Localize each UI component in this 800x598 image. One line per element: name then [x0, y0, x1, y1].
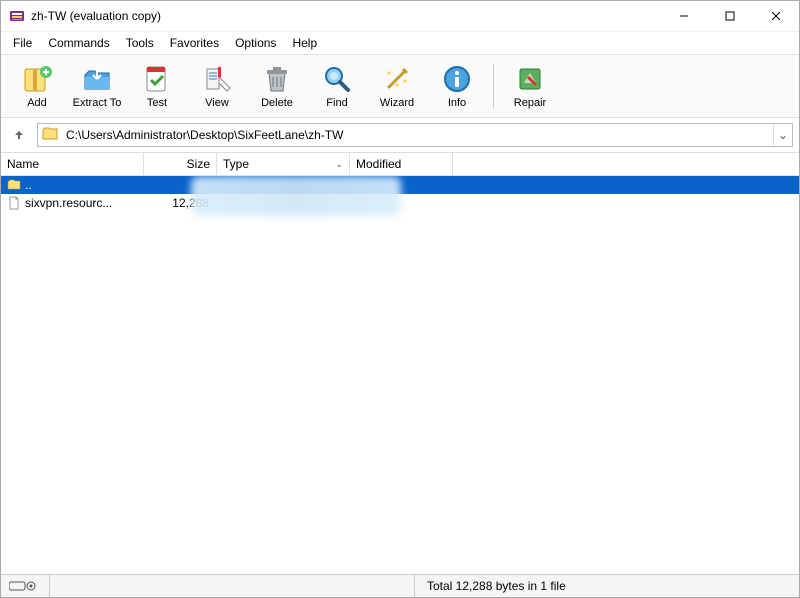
view-button[interactable]: View — [188, 59, 246, 113]
menu-help[interactable]: Help — [284, 34, 325, 52]
sorted-column-shade — [191, 176, 311, 574]
wizard-button[interactable]: Wizard — [368, 59, 426, 113]
app-window: zh-TW (evaluation copy) File Commands To… — [0, 0, 800, 598]
find-button[interactable]: Find — [308, 59, 366, 113]
header-size[interactable]: Size — [144, 153, 217, 175]
header-name[interactable]: Name — [1, 153, 144, 175]
up-button[interactable] — [7, 123, 31, 147]
view-icon — [201, 63, 233, 95]
test-button[interactable]: Test — [128, 59, 186, 113]
info-icon — [441, 63, 473, 95]
file-list[interactable]: .. sixvpn.resourc... 12,288 — [1, 176, 799, 574]
header-type-label: Type — [223, 157, 249, 171]
title-bar: zh-TW (evaluation copy) — [1, 1, 799, 32]
folder-icon — [42, 126, 60, 144]
folder-up-icon — [7, 178, 21, 192]
redacted-region — [191, 176, 401, 216]
sort-caret-icon: ⌄ — [335, 159, 343, 170]
toolbar-separator — [493, 64, 494, 108]
address-bar: C:\Users\Administrator\Desktop\SixFeetLa… — [1, 118, 799, 153]
window-controls — [661, 1, 799, 31]
find-icon — [321, 63, 353, 95]
status-pane-1 — [49, 575, 414, 597]
status-bar: Total 12,288 bytes in 1 file — [1, 574, 799, 597]
add-button[interactable]: Add — [8, 59, 66, 113]
path-text: C:\Users\Administrator\Desktop\SixFeetLa… — [64, 128, 773, 142]
header-modified-label: Modified — [356, 157, 401, 171]
minimize-button[interactable] — [661, 1, 707, 31]
delete-icon — [261, 63, 293, 95]
repair-icon — [514, 63, 546, 95]
menu-file[interactable]: File — [5, 34, 40, 52]
path-dropdown-icon[interactable]: ⌄ — [773, 124, 792, 146]
app-icon — [9, 8, 25, 24]
test-icon — [141, 63, 173, 95]
header-size-label: Size — [187, 157, 210, 171]
column-headers: Name Size Type ⌄ Modified — [1, 153, 799, 176]
menu-bar: File Commands Tools Favorites Options He… — [1, 32, 799, 55]
info-label: Info — [448, 97, 466, 109]
info-button[interactable]: Info — [428, 59, 486, 113]
header-name-label: Name — [7, 157, 39, 171]
wizard-label: Wizard — [380, 97, 414, 109]
repair-button[interactable]: Repair — [501, 59, 559, 113]
archive-add-icon — [21, 63, 53, 95]
wizard-icon — [381, 63, 413, 95]
toolbar: Add Extract To Test View Delete Find Wiz… — [1, 55, 799, 118]
menu-tools[interactable]: Tools — [118, 34, 162, 52]
test-label: Test — [147, 97, 167, 109]
file-icon — [7, 196, 21, 210]
menu-commands[interactable]: Commands — [40, 34, 117, 52]
menu-favorites[interactable]: Favorites — [162, 34, 227, 52]
header-modified[interactable]: Modified — [350, 153, 453, 175]
add-label: Add — [27, 97, 47, 109]
find-label: Find — [326, 97, 347, 109]
repair-label: Repair — [514, 97, 546, 109]
status-mode-icon — [1, 580, 49, 592]
maximize-button[interactable] — [707, 1, 753, 31]
menu-options[interactable]: Options — [227, 34, 284, 52]
parent-dir-label: .. — [25, 178, 32, 192]
extract-button[interactable]: Extract To — [68, 59, 126, 113]
delete-button[interactable]: Delete — [248, 59, 306, 113]
extract-label: Extract To — [73, 97, 122, 109]
header-type[interactable]: Type ⌄ — [217, 153, 350, 175]
window-title: zh-TW (evaluation copy) — [31, 9, 661, 23]
path-input[interactable]: C:\Users\Administrator\Desktop\SixFeetLa… — [37, 123, 793, 147]
extract-icon — [81, 63, 113, 95]
file-name-label: sixvpn.resourc... — [25, 196, 112, 210]
view-label: View — [205, 97, 229, 109]
status-total: Total 12,288 bytes in 1 file — [414, 575, 799, 597]
close-button[interactable] — [753, 1, 799, 31]
delete-label: Delete — [261, 97, 293, 109]
